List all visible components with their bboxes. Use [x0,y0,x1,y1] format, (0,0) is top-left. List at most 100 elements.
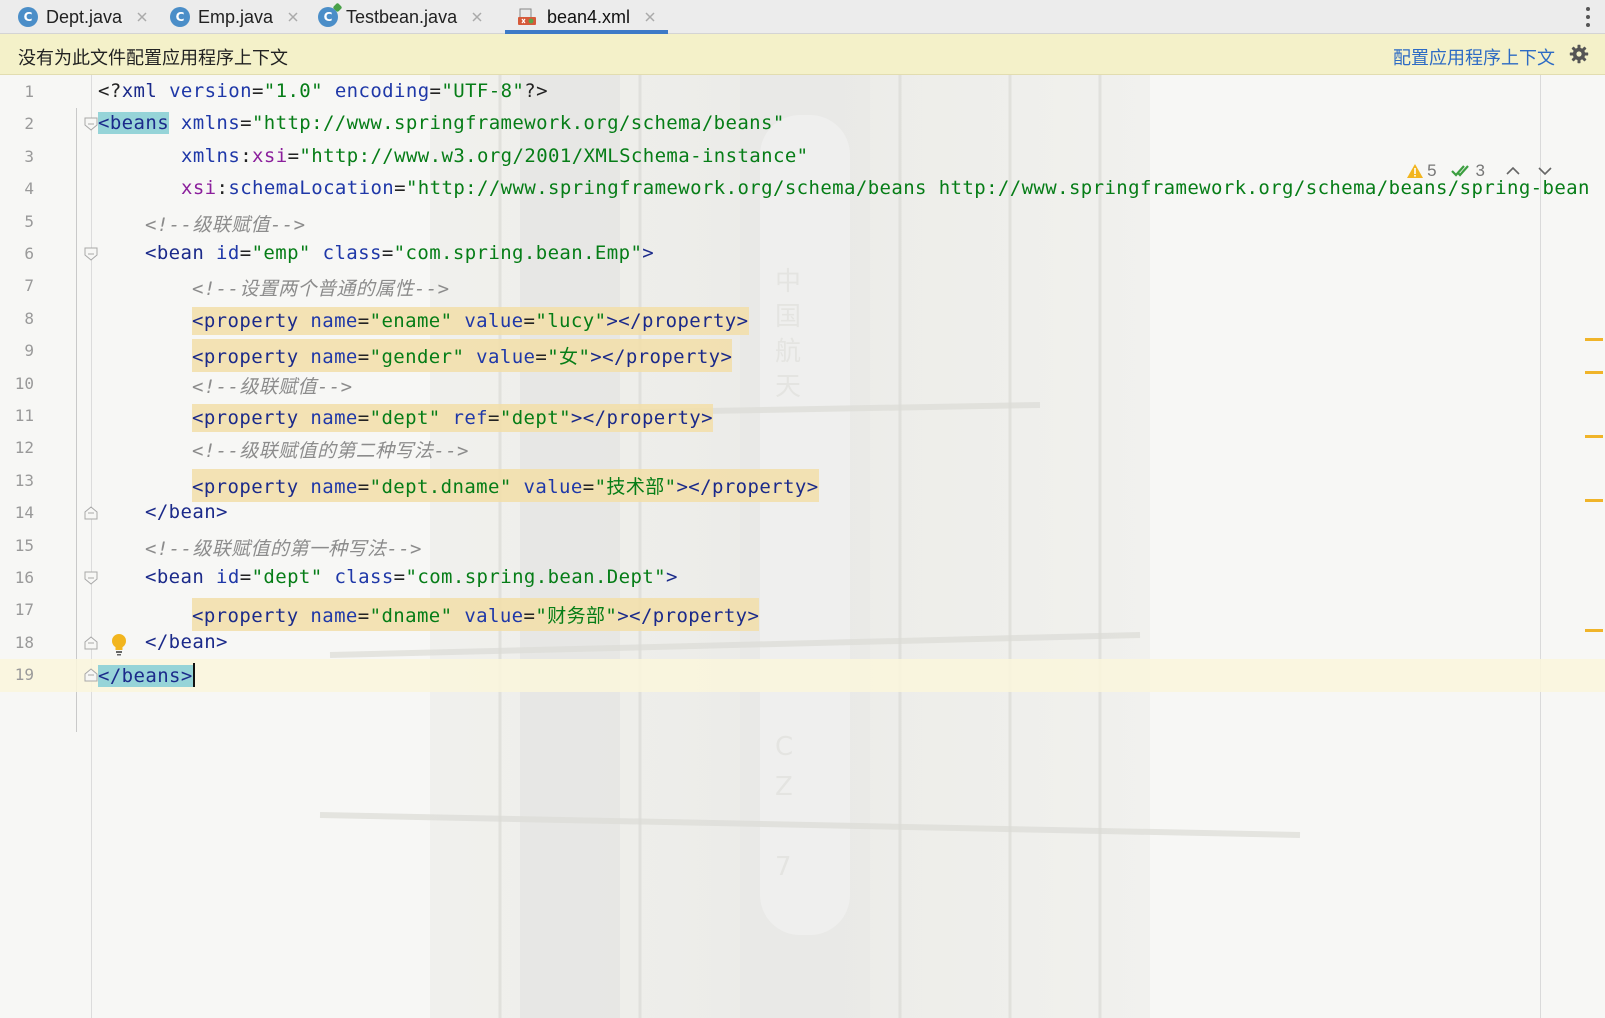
code-text: </bean> [145,631,228,653]
weak-warning-count: 3 [1475,161,1485,180]
code-token: ?> [524,80,548,102]
gear-icon[interactable] [1569,44,1589,64]
code-token: <!--级联赋值--> [192,375,353,398]
fold-marker-icon[interactable] [84,571,98,585]
code-token: xmlns [181,144,241,167]
code-token: <beans [98,112,170,135]
close-icon[interactable] [132,7,152,27]
code-line[interactable]: 17 <property name="dname" value="财务部"></p… [0,594,1605,632]
fold-marker-icon[interactable] [84,506,98,520]
code-line[interactable]: 18 </bean> [0,627,1605,660]
code-text: <!--设置两个普通的属性--> [192,274,449,301]
warning-marker[interactable] [1585,338,1603,341]
configure-context-link[interactable]: 配置应用程序上下文 [1393,44,1555,70]
code-token: = [488,407,500,429]
fold-marker-icon[interactable] [84,247,98,261]
code-token: = [251,80,264,102]
code-token: ></property> [590,346,733,369]
code-text: <!--级联赋值--> [192,372,352,399]
code-line[interactable]: 13 <property name="dept.dname" value="技术部… [0,465,1605,502]
code-line[interactable]: 19 </beans> [0,659,1605,693]
code-token: <!--级联赋值--> [145,213,306,236]
code-token: "dept" [369,407,441,429]
code-token: <property [192,407,299,429]
code-line[interactable]: 10 <!--级联赋值--> [0,368,1605,401]
code-token: ></property> [676,475,819,498]
warning-counter[interactable]: 5 [1406,161,1437,181]
warning-marker[interactable] [1585,499,1603,502]
code-line[interactable]: 5 <!--级联赋值--> [0,206,1605,239]
line-number: 8 [24,308,34,328]
code-line[interactable]: 1 <?xml version="1.0" encoding="UTF-8"?> [0,76,1605,109]
tab-dept-java[interactable]: C Dept.java [18,0,152,34]
code-token: value [476,346,536,369]
code-line[interactable]: 11 <property name="dept" ref="dept"></pro… [0,400,1605,433]
tab-testbean-java[interactable]: C Testbean.java [318,0,487,34]
code-token: <bean [145,242,205,264]
code-line[interactable]: 9 <property name="gender" value="女"></pro… [0,335,1605,373]
code-token: name [310,475,358,498]
code-token: "UTF-8" [441,80,525,102]
warning-count: 5 [1427,161,1437,180]
code-token: = [582,475,595,498]
code-line[interactable]: 15 <!--级联赋值的第一种写法--> [0,530,1605,563]
code-editor[interactable]: 中国 航天 CZ 7 1 <?xml version="1.0" encoding… [0,75,1605,1018]
code-token: xsi [181,177,217,200]
code-token: "技术部" [594,475,677,498]
chevron-up-icon[interactable] [1505,165,1521,177]
fold-marker-icon[interactable] [84,636,98,650]
fold-marker-icon[interactable] [84,117,98,132]
code-token: class [334,566,394,588]
code-text: <beans xmlns="http://www.springframework… [98,112,785,135]
code-line[interactable]: 7 <!--设置两个普通的属性--> [0,270,1605,303]
more-options-icon[interactable] [1585,6,1591,28]
code-token: "emp" [251,242,311,264]
code-token: "dname" [369,605,453,628]
code-line[interactable]: 3 xmlns:xsi="http://www.w3.org/2001/XMLSc… [0,141,1605,174]
code-token: = [239,566,252,588]
weak-warning-counter[interactable]: 3 [1450,161,1485,181]
code-token: = [240,112,252,135]
lightbulb-icon[interactable] [111,632,127,656]
code-token: = [357,475,370,498]
warning-marker[interactable] [1585,435,1603,438]
code-line[interactable]: 16 <bean id="dept" class="com.spring.bean… [0,562,1605,595]
warning-marker[interactable] [1585,629,1603,632]
tab-label: bean4.xml [547,6,631,27]
code-line[interactable]: 4 xsi:schemaLocation="http://www.springfr… [0,173,1605,206]
inspection-widget[interactable]: 5 3 [1406,161,1553,181]
code-token: <? [98,80,122,102]
code-token: ></property> [570,407,713,429]
tab-emp-java[interactable]: C Emp.java [170,0,303,34]
code-token: xsi [252,144,288,167]
close-icon[interactable] [283,7,303,27]
code-token: : [216,177,229,200]
code-token: <!--级联赋值的第一种写法--> [145,537,422,560]
code-token: name [310,605,358,628]
code-text: <property name="ename" value="lucy"></pr… [192,306,749,335]
code-token: "gender" [369,346,465,369]
code-token: "lucy" [535,309,607,332]
code-line[interactable]: 14 </bean> [0,497,1605,530]
code-line[interactable]: 6 <bean id="emp" class="com.spring.bean.E… [0,238,1605,271]
line-number: 13 [14,470,34,490]
text-cursor [192,663,195,688]
close-icon[interactable] [640,7,660,27]
code-token: <property [192,605,299,628]
tab-label: Testbean.java [346,6,458,27]
code-text: <!--级联赋值--> [145,210,305,237]
warning-marker[interactable] [1585,371,1603,374]
tab-bean4-xml[interactable]: bean4.xml [504,0,669,34]
code-token: value [464,605,524,628]
close-icon[interactable] [467,7,487,27]
svg-text:Z: Z [775,772,793,802]
fold-marker-icon[interactable] [84,668,98,682]
chevron-down-icon[interactable] [1537,165,1553,177]
code-line[interactable]: 2 <beans xmlns="http://www.springframewor… [0,108,1605,141]
code-line[interactable]: 8 <property name="ename" value="lucy"></p… [0,303,1605,336]
code-token: </bean> [145,630,228,653]
code-line[interactable]: 12 <!--级联赋值的第二种写法--> [0,432,1605,465]
